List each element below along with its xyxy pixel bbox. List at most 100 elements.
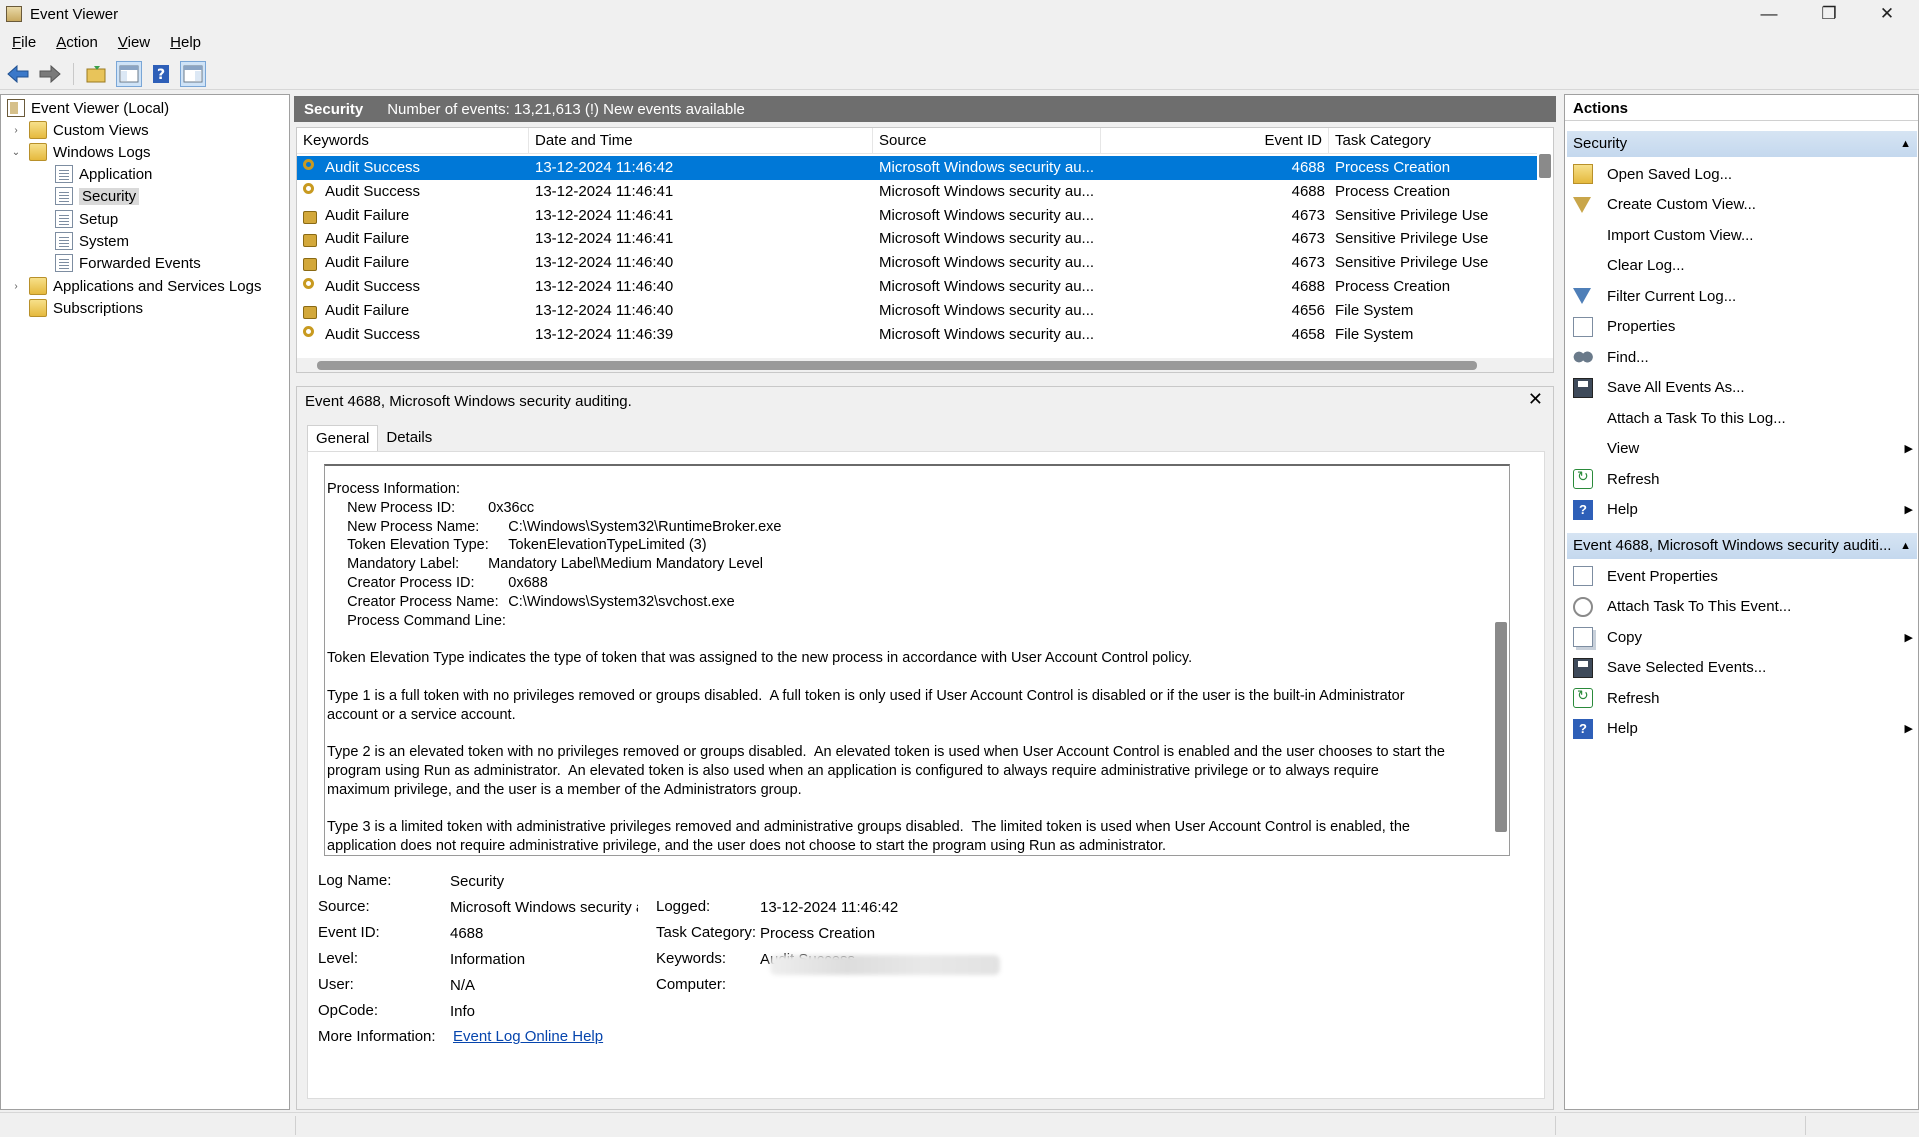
expand-chevron-icon[interactable]: › [9, 281, 23, 292]
toolbar-separator [73, 62, 74, 85]
general-tab-body: Process Information: New Process ID: 0x3… [307, 451, 1545, 1099]
forward-arrow-icon[interactable] [37, 61, 63, 87]
help-icon[interactable]: ? [148, 61, 174, 87]
column-header-keywords[interactable]: Keywords [297, 128, 529, 154]
tree-item-subscriptions[interactable]: Subscriptions [29, 297, 143, 319]
event-row[interactable]: Audit Success 13-12-2024 11:46:41 Microsof… [297, 180, 1537, 204]
collapse-section-icon[interactable]: ▲ [1900, 131, 1911, 157]
tree-item-custom-views[interactable]: › Custom Views [9, 119, 149, 141]
key-icon [303, 159, 314, 170]
column-header-source[interactable]: Source [873, 128, 1101, 154]
action-save-selected-events[interactable]: Save Selected Events... [1573, 655, 1913, 681]
close-button[interactable]: ✕ [1858, 0, 1916, 28]
action-label: Import Custom View... [1607, 226, 1754, 244]
show-hide-action-pane-icon[interactable] [180, 60, 206, 87]
action-properties[interactable]: Properties [1573, 314, 1913, 340]
help-icon: ? [1573, 499, 1593, 520]
action-copy[interactable]: Copy ▶ [1573, 624, 1913, 650]
action-attach-a-task-to-this-log[interactable]: Attach a Task To this Log... [1573, 405, 1913, 431]
horizontal-scrollbar-thumb[interactable] [317, 361, 1477, 370]
actions-section-header[interactable]: Security ▲ [1567, 131, 1917, 157]
action-open-saved-log[interactable]: Open Saved Log... [1573, 161, 1913, 187]
cell-date-time: 13-12-2024 11:46:40 [535, 301, 674, 319]
vertical-scrollbar-thumb[interactable] [1539, 154, 1551, 178]
log-icon [55, 187, 73, 205]
tree-item-label: System [79, 232, 130, 250]
action-find[interactable]: Find... [1573, 344, 1913, 370]
event-description-box[interactable]: Process Information: New Process ID: 0x3… [324, 464, 1510, 856]
back-arrow-icon[interactable] [5, 61, 31, 87]
event-row[interactable]: Audit Success 13-12-2024 11:46:40 Microsof… [297, 275, 1537, 299]
column-header-task-category[interactable]: Task Category [1329, 128, 1537, 154]
menu-file-mnemonic: F [12, 33, 22, 51]
action-attach-task-to-this-event[interactable]: Attach Task To This Event... [1573, 594, 1913, 620]
tree-item-setup[interactable]: Setup [55, 208, 118, 230]
action-label: Refresh [1607, 689, 1660, 707]
action-label: Filter Current Log... [1607, 287, 1737, 305]
refresh-icon [1573, 687, 1593, 708]
close-detail-icon[interactable]: ✕ [1528, 389, 1543, 410]
tree-item-windows-logs[interactable]: ⌄ Windows Logs [9, 141, 151, 163]
menu-file-label: ile [21, 33, 37, 51]
action-create-custom-view[interactable]: Create Custom View... [1573, 192, 1913, 218]
navigation-tree: Event Viewer (Local) › Custom Views ⌄ Wi… [0, 94, 290, 1110]
submenu-arrow-icon: ▶ [1904, 504, 1913, 516]
tab-details[interactable]: Details [378, 425, 440, 451]
event-row[interactable]: Audit Failure 13-12-2024 11:46:41 Microsof… [297, 204, 1537, 228]
event-row[interactable]: Audit Failure 13-12-2024 11:46:41 Microsof… [297, 227, 1537, 251]
actions-section-header[interactable]: Event 4688, Microsoft Windows security a… [1567, 533, 1917, 559]
collapse-section-icon[interactable]: ▲ [1900, 533, 1911, 559]
tree-item-security[interactable]: Security [55, 185, 140, 207]
action-event-properties[interactable]: Event Properties [1573, 563, 1913, 589]
action-view[interactable]: View ▶ [1573, 436, 1913, 462]
tree-item-forwarded-events[interactable]: Forwarded Events [55, 252, 201, 274]
filter-icon [1573, 196, 1591, 213]
tree-item-label: Application [79, 165, 153, 183]
column-header-date-time[interactable]: Date and Time [529, 128, 873, 154]
horizontal-scrollbar[interactable] [297, 358, 1553, 372]
menu-view[interactable]: View [110, 34, 158, 51]
tree-item-application[interactable]: Application [55, 163, 152, 185]
cell-keywords: Audit Failure [325, 254, 410, 272]
event-row[interactable]: Audit Success 13-12-2024 11:46:39 Microsof… [297, 323, 1537, 347]
cell-date-time: 13-12-2024 11:46:42 [535, 159, 674, 176]
user-value: N/A [450, 977, 476, 994]
tree-item-applications-and-services-logs[interactable]: › Applications and Services Logs [9, 275, 261, 297]
tree-item-label: Event Viewer (Local) [31, 99, 170, 117]
menu-help[interactable]: Help [162, 34, 209, 51]
expand-chevron-icon[interactable]: › [9, 125, 23, 136]
action-import-custom-view[interactable]: Import Custom View... [1573, 222, 1913, 248]
collapse-chevron-icon[interactable]: ⌄ [9, 147, 23, 158]
action-save-all-events-as[interactable]: Save All Events As... [1573, 375, 1913, 401]
cell-keywords: Audit Failure [325, 301, 410, 319]
cell-event-id: 4673 [1291, 254, 1325, 272]
tree-item-label: Forwarded Events [79, 254, 201, 272]
action-clear-log[interactable]: Clear Log... [1573, 253, 1913, 279]
show-hide-tree-icon[interactable] [116, 60, 142, 87]
tree-item-event-viewer-local[interactable]: Event Viewer (Local) [7, 97, 169, 119]
folder-icon [29, 143, 47, 161]
menu-action[interactable]: Action [48, 34, 106, 51]
action-refresh[interactable]: Refresh [1573, 466, 1913, 492]
column-header-event-id[interactable]: Event ID [1101, 128, 1329, 154]
event-row[interactable]: Audit Failure 13-12-2024 11:46:40 Microsof… [297, 299, 1537, 323]
action-help[interactable]: ? Help ▶ [1573, 497, 1913, 523]
tree-item-system[interactable]: System [55, 230, 129, 252]
event-row[interactable]: Audit Failure 13-12-2024 11:46:40 Microsof… [297, 251, 1537, 275]
open-folder-icon[interactable] [84, 61, 110, 87]
submenu-arrow-icon: ▶ [1904, 723, 1913, 735]
action-help[interactable]: ? Help ▶ [1573, 716, 1913, 742]
tab-general[interactable]: General [307, 425, 379, 451]
cell-source: Microsoft Windows security au... [879, 159, 1095, 176]
menu-file[interactable]: File [4, 34, 44, 51]
action-filter-current-log[interactable]: Filter Current Log... [1573, 283, 1913, 309]
event-log-online-help-link[interactable]: Event Log Online Help [453, 1028, 603, 1045]
cell-event-id: 4688 [1291, 278, 1325, 295]
minimize-button[interactable]: — [1740, 0, 1798, 28]
description-scrollbar-thumb[interactable] [1495, 622, 1507, 832]
event-row[interactable]: Audit Success 13-12-2024 11:46:42 Microsof… [297, 156, 1537, 180]
help-icon: ? [1573, 718, 1593, 739]
action-refresh[interactable]: Refresh [1573, 685, 1913, 711]
restore-button[interactable]: ❐ [1800, 0, 1858, 28]
event-list: Keywords Date and Time Source Event ID T… [296, 127, 1554, 373]
